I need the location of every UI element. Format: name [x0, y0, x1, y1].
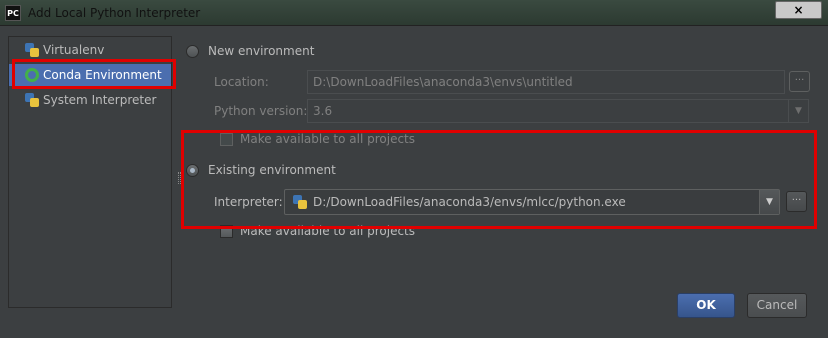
location-field[interactable]: D:\DownLoadFiles\anaconda3\envs\untitled	[307, 70, 785, 94]
chevron-down-icon: ▼	[788, 100, 808, 122]
python-version-label: Python version:	[214, 104, 308, 118]
new-environment-radio[interactable]	[186, 45, 199, 58]
sidebar-item-virtualenv[interactable]: Virtualenv Environment	[9, 39, 171, 79]
close-button[interactable]: ×	[775, 1, 822, 19]
ok-button[interactable]: OK	[677, 293, 735, 318]
cancel-button[interactable]: Cancel	[747, 293, 807, 318]
python-version-value: 3.6	[313, 104, 333, 118]
existing-environment-highlight-box	[181, 130, 817, 229]
pycharm-app-icon: PC	[5, 5, 21, 21]
location-browse-button[interactable]: ···	[789, 71, 810, 92]
python-version-select[interactable]: 3.6 ▼	[307, 99, 809, 123]
sidebar-item-label: System Interpreter	[43, 93, 157, 107]
python-icon	[25, 43, 39, 57]
sidebar-highlight-box	[12, 59, 176, 89]
window-title: Add Local Python Interpreter	[28, 6, 201, 20]
sidebar-item-system-interpreter[interactable]: System Interpreter	[9, 89, 171, 111]
title-bar[interactable]: PC Add Local Python Interpreter ×	[0, 0, 828, 26]
new-environment-label: New environment	[208, 44, 315, 58]
python-icon	[25, 93, 39, 107]
location-label: Location:	[214, 75, 269, 89]
